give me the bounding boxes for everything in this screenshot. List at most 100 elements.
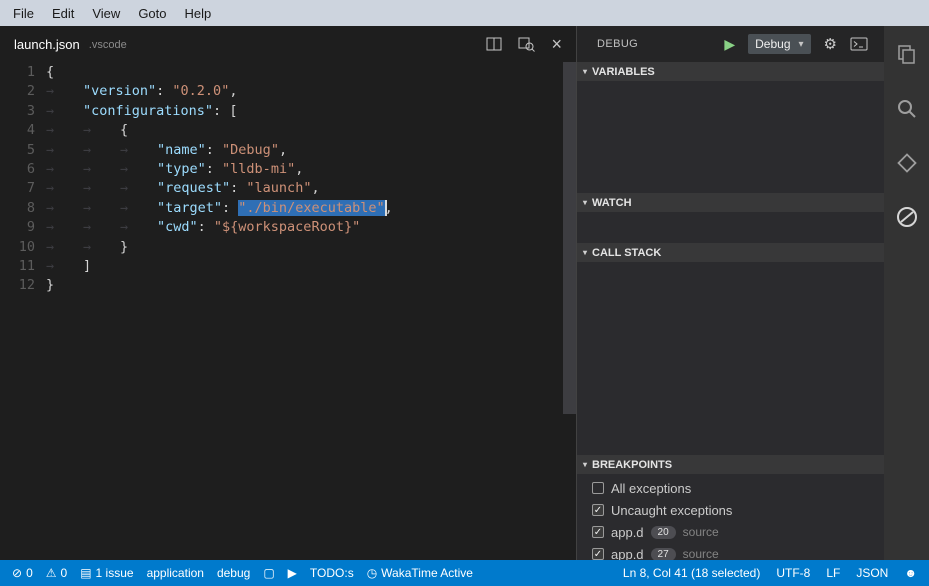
section-header-call-stack[interactable]: ▾ CALL STACK <box>577 243 884 262</box>
language-mode[interactable]: JSON <box>856 566 888 580</box>
tab-whitespace-icon: → <box>46 257 83 276</box>
breakpoint-detail: source <box>683 525 719 539</box>
gear-icon[interactable]: ⚙ <box>824 35 837 53</box>
debug-console-icon[interactable] <box>850 37 868 51</box>
tab-whitespace-icon: → <box>120 179 157 198</box>
source-control-icon[interactable] <box>894 150 920 176</box>
code-line[interactable]: 8→→→"target": "./bin/executable", <box>0 199 576 218</box>
debug-config-dropdown[interactable]: Debug ▾ <box>748 34 810 54</box>
breakpoint-label: All exceptions <box>611 481 691 496</box>
debug-config-label: Debug <box>755 37 790 51</box>
breakpoint-row[interactable]: ✓app.d27source <box>577 543 884 560</box>
code-line[interactable]: 11→] <box>0 257 576 276</box>
eol-indicator[interactable]: LF <box>826 566 840 580</box>
feedback-smiley[interactable]: ☻ <box>904 566 917 580</box>
todos-indicator[interactable]: TODO:s <box>310 566 354 580</box>
code-token: , <box>229 83 237 99</box>
cursor-position[interactable]: Ln 8, Col 41 (18 selected) <box>623 566 760 580</box>
statusbar-label: 0 <box>26 566 33 580</box>
code-token: : <box>230 180 246 196</box>
breakpoint-row[interactable]: All exceptions <box>577 477 884 499</box>
section-header-breakpoints[interactable]: ▾ BREAKPOINTS <box>577 455 884 474</box>
breakpoint-checkbox[interactable]: ✓ <box>592 504 604 516</box>
code-token: , <box>385 200 393 216</box>
tab-whitespace-icon: → <box>83 199 120 218</box>
code-token: "target" <box>157 200 222 216</box>
section-chevron-icon: ▾ <box>583 248 587 257</box>
line-content: →"version": "0.2.0", <box>46 82 237 101</box>
breakpoint-row[interactable]: ✓Uncaught exceptions <box>577 499 884 521</box>
issues-icon: ▤ <box>80 566 91 580</box>
scrollbar-thumb[interactable] <box>563 62 576 414</box>
code-line[interactable]: 2→"version": "0.2.0", <box>0 82 576 101</box>
section-chevron-icon: ▾ <box>583 460 587 469</box>
task-application[interactable]: application <box>147 566 204 580</box>
code-editor[interactable]: 1{2→"version": "0.2.0",3→"configurations… <box>0 62 576 560</box>
explorer-files-icon[interactable] <box>894 42 920 68</box>
close-icon[interactable]: × <box>551 35 562 53</box>
menubar: FileEditViewGotoHelp <box>0 0 929 26</box>
clock-icon: ◷ <box>367 566 377 580</box>
line-content: →] <box>46 257 91 276</box>
statusbar-label: UTF-8 <box>776 566 810 580</box>
code-line[interactable]: 6→→→"type": "lldb-mi", <box>0 160 576 179</box>
task-debug[interactable]: debug <box>217 566 250 580</box>
code-line[interactable]: 10→→} <box>0 238 576 257</box>
statusbar: ⊘0⚠0▤1 issueapplicationdebug▢▶TODO:s◷Wak… <box>0 560 929 586</box>
debug-panel-header: DEBUG ▶ Debug ▾ ⚙ <box>577 26 884 62</box>
code-token: "${workspaceRoot}" <box>214 219 360 235</box>
tab-whitespace-icon: → <box>46 102 83 121</box>
code-token: } <box>46 277 54 293</box>
code-line[interactable]: 3→"configurations": [ <box>0 102 576 121</box>
editor-scrollbar[interactable] <box>563 62 576 560</box>
debug-no-bugs-icon[interactable] <box>894 204 920 230</box>
editor-header-actions: × <box>486 35 562 53</box>
run-icon: ▶ <box>288 566 297 580</box>
menu-goto[interactable]: Goto <box>129 6 175 21</box>
line-content: →→→"cwd": "${workspaceRoot}" <box>46 218 360 237</box>
menu-view[interactable]: View <box>83 6 129 21</box>
code-token: : <box>206 142 222 158</box>
menu-edit[interactable]: Edit <box>43 6 83 21</box>
section-header-variables[interactable]: ▾ VARIABLES <box>577 62 884 81</box>
start-debugging-button[interactable]: ▶ <box>724 36 735 53</box>
breakpoint-checkbox[interactable]: ✓ <box>592 548 604 560</box>
code-line[interactable]: 9→→→"cwd": "${workspaceRoot}" <box>0 218 576 237</box>
code-line[interactable]: 5→→→"name": "Debug", <box>0 141 576 160</box>
tab-whitespace-icon: → <box>83 218 120 237</box>
tab-whitespace-icon: → <box>83 141 120 160</box>
run-todos-button[interactable]: ▶ <box>288 566 297 580</box>
warnings-indicator[interactable]: ⚠0 <box>46 566 67 580</box>
search-icon[interactable] <box>894 96 920 122</box>
split-editor-icon[interactable] <box>486 37 502 51</box>
section-header-watch[interactable]: ▾ WATCH <box>577 193 884 212</box>
code-line[interactable]: 4→→{ <box>0 121 576 140</box>
breakpoint-checkbox[interactable]: ✓ <box>592 526 604 538</box>
menu-file[interactable]: File <box>4 6 43 21</box>
code-token: : <box>222 200 238 216</box>
preview-icon[interactable] <box>518 37 535 52</box>
menu-help[interactable]: Help <box>176 6 221 21</box>
tab-whitespace-icon: → <box>46 199 83 218</box>
code-line[interactable]: 1{ <box>0 63 576 82</box>
warning-icon: ⚠ <box>46 566 57 580</box>
breakpoint-checkbox[interactable] <box>592 482 604 494</box>
errors-indicator[interactable]: ⊘0 <box>12 566 33 580</box>
code-token: { <box>120 122 128 138</box>
file-icon: ▢ <box>263 566 274 580</box>
editor-header: launch.json .vscode × <box>0 26 576 62</box>
encoding-indicator[interactable]: UTF-8 <box>776 566 810 580</box>
wakatime-indicator[interactable]: ◷WakaTime Active <box>367 566 473 580</box>
breakpoint-row[interactable]: ✓app.d20source <box>577 521 884 543</box>
line-content: →→→"name": "Debug", <box>46 141 287 160</box>
tab-whitespace-icon: → <box>120 218 157 237</box>
tab-whitespace-icon: → <box>83 238 120 257</box>
issues-indicator[interactable]: ▤1 issue <box>80 566 133 580</box>
active-file-indicator[interactable]: ▢ <box>263 566 274 580</box>
code-line[interactable]: 7→→→"request": "launch", <box>0 179 576 198</box>
line-number: 1 <box>0 63 46 82</box>
section-chevron-icon: ▾ <box>583 198 587 207</box>
code-line[interactable]: 12} <box>0 276 576 295</box>
line-content: →→→"request": "launch", <box>46 179 320 198</box>
activity-bar <box>884 26 929 560</box>
